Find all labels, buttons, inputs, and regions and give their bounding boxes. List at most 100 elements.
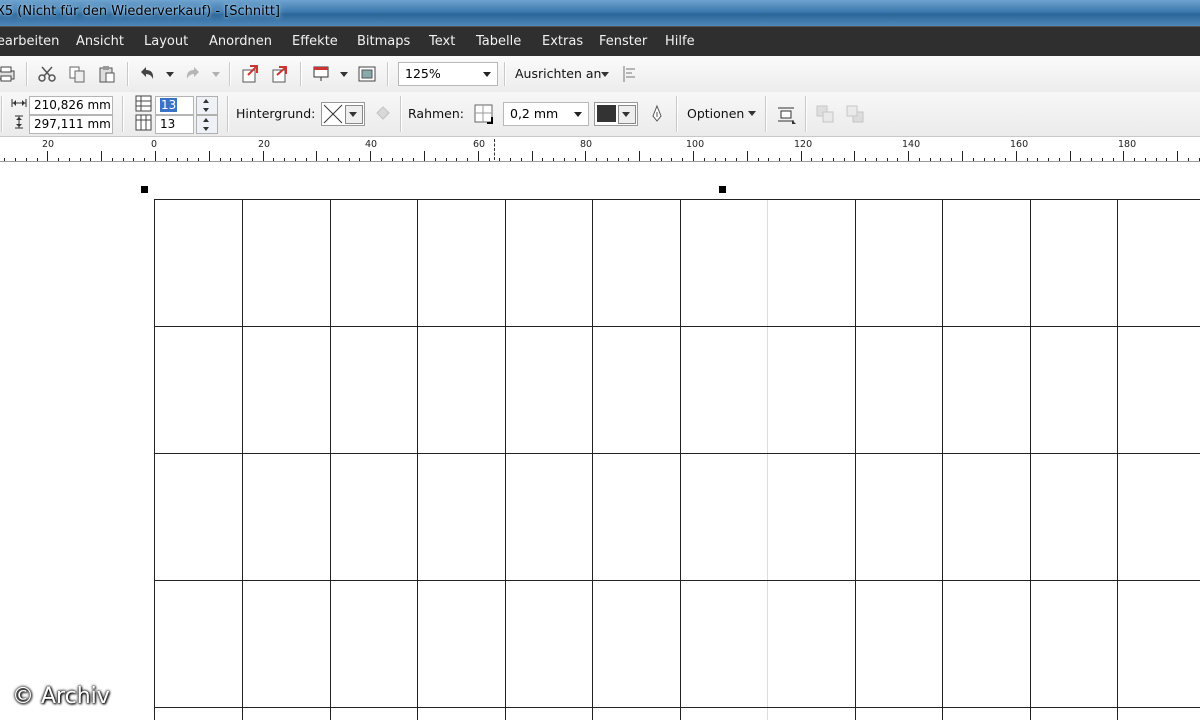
ruler-tick <box>844 158 845 161</box>
application-launcher-icon[interactable] <box>311 64 331 84</box>
ruler-tick <box>263 151 264 161</box>
drawing-canvas[interactable] <box>0 162 1200 720</box>
ruler-tick <box>628 158 629 161</box>
ruler-tick <box>15 158 16 161</box>
print-icon[interactable] <box>0 64 16 84</box>
menu-effekte[interactable]: Effekte <box>292 34 338 49</box>
menu-fenster[interactable]: Fenster <box>599 34 647 49</box>
ruler-label: 20 <box>258 139 271 150</box>
border-select-icon[interactable] <box>473 103 493 124</box>
ruler-tick <box>47 151 48 161</box>
arrange-back-icon[interactable] <box>845 104 865 124</box>
ruler-tick <box>209 151 210 161</box>
align-options-icon[interactable] <box>620 64 640 84</box>
ruler-tick <box>521 158 522 161</box>
export-icon[interactable] <box>270 64 290 84</box>
horizontal-ruler[interactable]: 20 0 20 40 60 80 100 120 140 160 180 <box>0 137 1200 162</box>
menu-text[interactable]: Text <box>429 34 455 49</box>
ruler-tick <box>1091 158 1092 161</box>
menu-layout[interactable]: Layout <box>144 34 188 49</box>
ruler-tick <box>1123 151 1124 161</box>
chevron-down-icon <box>483 72 491 77</box>
background-color-picker[interactable] <box>321 102 365 126</box>
menu-bitmaps[interactable]: Bitmaps <box>357 34 410 49</box>
redo-icon[interactable] <box>183 64 203 84</box>
ruler-tick <box>618 158 619 161</box>
ruler-tick <box>897 158 898 161</box>
menu-ansicht[interactable]: Ansicht <box>76 34 124 49</box>
menu-bearbeiten[interactable]: Bearbeiten <box>0 34 59 49</box>
ruler-tick <box>1027 158 1028 161</box>
object-height-field[interactable]: 297,111 mm <box>29 115 113 134</box>
zoom-level-value: 125% <box>405 66 441 81</box>
watermark: © Archiv <box>12 684 110 709</box>
ruler-tick <box>338 158 339 161</box>
ruler-tick <box>650 158 651 161</box>
ruler-tick <box>801 151 802 161</box>
ruler-tick <box>973 158 974 161</box>
menu-tabelle[interactable]: Tabelle <box>476 34 521 49</box>
zoom-level-combo[interactable]: 125% <box>398 62 498 86</box>
ruler-tick <box>359 158 360 161</box>
border-color-swatch <box>597 105 616 122</box>
outline-pen-icon[interactable] <box>647 104 667 124</box>
border-color-picker[interactable] <box>594 102 638 126</box>
ruler-tick <box>1016 151 1017 161</box>
selection-handle[interactable] <box>141 186 148 193</box>
options-button[interactable]: Optionen <box>687 106 744 121</box>
arrange-front-icon[interactable] <box>815 104 835 124</box>
table-row-border <box>154 707 1200 708</box>
ruler-tick <box>854 151 855 161</box>
options-dropdown[interactable] <box>748 111 756 116</box>
align-to-dropdown[interactable] <box>601 72 609 77</box>
ruler-label: 40 <box>365 139 378 150</box>
import-icon[interactable] <box>240 64 260 84</box>
object-width-field[interactable]: 210,826 mm <box>29 96 113 115</box>
rows-icon <box>135 95 152 112</box>
table-columns-field[interactable]: 13 <box>155 115 194 134</box>
ruler-tick <box>585 151 586 161</box>
rows-spinner[interactable] <box>196 96 218 115</box>
paste-icon[interactable] <box>97 64 117 84</box>
redo-dropdown[interactable] <box>212 72 220 77</box>
menu-hilfe[interactable]: Hilfe <box>665 34 695 49</box>
chevron-down-icon <box>574 112 582 117</box>
menu-anordnen[interactable]: Anordnen <box>209 34 272 49</box>
columns-spinner[interactable] <box>196 115 218 134</box>
table-column-border <box>942 199 943 720</box>
ruler-tick <box>661 158 662 161</box>
ruler-tick <box>349 158 350 161</box>
table-column-border <box>1117 199 1118 720</box>
copy-icon[interactable] <box>67 64 87 84</box>
ruler-tick <box>284 158 285 161</box>
border-label: Rahmen: <box>408 106 464 121</box>
ruler-tick <box>779 158 780 161</box>
ruler-tick <box>392 158 393 161</box>
undo-icon[interactable] <box>137 64 157 84</box>
ruler-tick <box>144 158 145 161</box>
ruler-tick <box>1080 158 1081 161</box>
ruler-tick <box>1145 158 1146 161</box>
ruler-tick <box>327 158 328 161</box>
ruler-tick <box>446 158 447 161</box>
text-wrap-icon[interactable] <box>776 104 796 124</box>
ruler-tick <box>747 151 748 161</box>
background-fill-icon[interactable] <box>373 103 393 123</box>
table-rows-field[interactable]: 13 <box>155 96 194 115</box>
welcome-screen-icon[interactable] <box>357 64 377 84</box>
undo-dropdown[interactable] <box>166 72 174 77</box>
align-to-button[interactable]: Ausrichten an <box>515 66 601 81</box>
cursor-position-marker <box>494 139 496 160</box>
launcher-dropdown[interactable] <box>340 72 348 77</box>
ruler-label: 0 <box>151 139 158 150</box>
ruler-tick <box>112 158 113 161</box>
ruler-tick <box>101 151 102 161</box>
menu-extras[interactable]: Extras <box>542 34 583 49</box>
table-row-border <box>154 199 1200 200</box>
table-row-border <box>154 326 1200 327</box>
ruler-tick <box>682 158 683 161</box>
border-width-combo[interactable]: 0,2 mm <box>503 102 589 126</box>
ruler-tick <box>155 151 156 161</box>
selection-handle[interactable] <box>719 186 726 193</box>
cut-icon[interactable] <box>37 64 57 84</box>
